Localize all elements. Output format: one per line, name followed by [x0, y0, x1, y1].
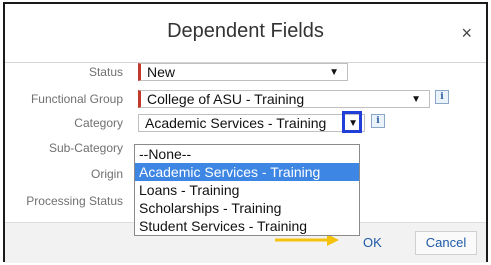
category-dropdown-list: --None-- Academic Services - Training Loan… [134, 144, 360, 236]
sub-category-label: Sub-Category [48, 141, 123, 155]
origin-label: Origin [90, 167, 123, 181]
chevron-down-icon: ▼ [411, 94, 421, 105]
dropdown-option[interactable]: Loans - Training [135, 181, 359, 199]
category-value: Academic Services - Training [145, 115, 327, 131]
category-select[interactable]: Academic Services - Training ▼ [138, 114, 365, 132]
cancel-button[interactable]: Cancel [415, 231, 477, 255]
functional-group-select[interactable]: College of ASU - Training ▼ [138, 90, 430, 108]
functional-group-label: Functional Group [30, 92, 123, 106]
dropdown-option[interactable]: Student Services - Training [135, 217, 359, 235]
dropdown-option[interactable]: Academic Services - Training [135, 163, 359, 181]
info-icon[interactable]: i [371, 114, 385, 128]
functional-group-value: College of ASU - Training [147, 91, 305, 107]
ok-button[interactable]: OK [363, 235, 382, 250]
status-label: Status [88, 65, 123, 79]
info-icon[interactable]: i [435, 90, 449, 104]
annotation-highlight-box [342, 111, 362, 133]
dropdown-option[interactable]: Scholarships - Training [135, 199, 359, 217]
category-label: Category [74, 116, 123, 130]
chevron-down-icon: ▼ [329, 67, 339, 78]
dropdown-option[interactable]: --None-- [135, 145, 359, 163]
status-value: New [147, 64, 176, 80]
close-icon[interactable]: × [461, 23, 472, 44]
status-select[interactable]: New ▼ [138, 63, 348, 81]
processing-status-label: Processing Status [26, 194, 123, 208]
dialog-title: Dependent Fields [167, 20, 324, 42]
